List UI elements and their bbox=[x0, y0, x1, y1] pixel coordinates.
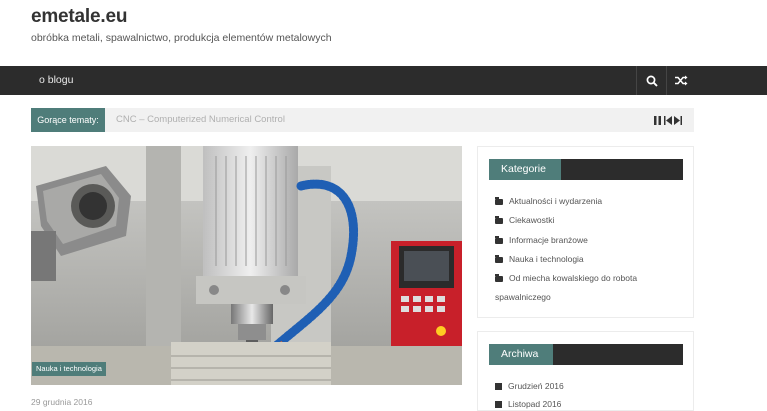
archive-link-grudzien-2016[interactable]: Grudzień 2016 bbox=[495, 381, 564, 391]
post-date: 29 grudnia 2016 bbox=[31, 397, 93, 407]
archive-widget: Archiwa Grudzień 2016 Listopad 2016 bbox=[477, 331, 694, 411]
search-icon bbox=[646, 75, 658, 87]
pause-icon bbox=[654, 115, 661, 125]
category-link-od-miecha-cont[interactable]: spawalniczego bbox=[495, 292, 551, 302]
category-label: Nauka i technologia bbox=[509, 254, 584, 264]
category-label: Od miecha kowalskiego do robota bbox=[509, 273, 638, 283]
main-navbar: o blogu bbox=[0, 66, 767, 95]
folder-icon bbox=[495, 197, 503, 205]
category-label: Aktualności i wydarzenia bbox=[509, 196, 603, 206]
breaking-news-ticker: Gorące tematy: CNC – Computerized Numeri… bbox=[31, 108, 694, 132]
ticker-pause-button[interactable] bbox=[654, 115, 661, 125]
shuffle-icon bbox=[675, 75, 688, 86]
categories-widget: Kategorie Aktualności i wydarzenia Cieka… bbox=[477, 146, 694, 318]
archive-link-listopad-2016[interactable]: Listopad 2016 bbox=[495, 399, 561, 409]
categories-widget-header: Kategorie bbox=[489, 159, 683, 180]
categories-widget-title: Kategorie bbox=[501, 163, 546, 175]
category-link-nauka[interactable]: Nauka i technologia bbox=[495, 254, 584, 264]
category-label: Informacje branżowe bbox=[509, 235, 588, 245]
site-title[interactable]: emetale.eu bbox=[31, 6, 127, 28]
folder-icon bbox=[495, 216, 503, 224]
cnc-machine-photo bbox=[31, 146, 462, 385]
archive-widget-title: Archiwa bbox=[501, 348, 539, 360]
category-label: Ciekawostki bbox=[509, 215, 555, 225]
category-link-ciekawostki[interactable]: Ciekawostki bbox=[495, 215, 554, 225]
ticker-next-button[interactable] bbox=[674, 115, 682, 125]
folder-icon bbox=[495, 236, 503, 244]
nav-item-o-blogu[interactable]: o blogu bbox=[39, 66, 73, 95]
ticker-prev-button[interactable] bbox=[664, 115, 672, 125]
category-link-aktualnosci[interactable]: Aktualności i wydarzenia bbox=[495, 196, 602, 206]
category-link-od-miecha[interactable]: Od miecha kowalskiego do robota bbox=[495, 273, 637, 283]
ticker-headline[interactable]: CNC – Computerized Numerical Control bbox=[116, 108, 285, 132]
featured-post-image[interactable] bbox=[31, 146, 462, 385]
archive-label: Listopad 2016 bbox=[508, 399, 562, 409]
search-button[interactable] bbox=[636, 66, 666, 95]
next-icon bbox=[674, 115, 682, 125]
calendar-icon bbox=[495, 383, 502, 390]
site-tagline: obróbka metali, spawalnictwo, produkcja … bbox=[31, 32, 332, 44]
folder-icon bbox=[495, 255, 503, 263]
random-post-button[interactable] bbox=[666, 66, 696, 95]
folder-icon bbox=[495, 274, 503, 282]
archive-widget-header: Archiwa bbox=[489, 344, 683, 365]
ticker-label: Gorące tematy: bbox=[31, 108, 105, 132]
category-link-informacje[interactable]: Informacje branżowe bbox=[495, 235, 588, 245]
archive-label: Grudzień 2016 bbox=[508, 381, 564, 391]
prev-icon bbox=[664, 115, 672, 125]
post-category-badge[interactable]: Nauka i technologia bbox=[32, 362, 106, 376]
